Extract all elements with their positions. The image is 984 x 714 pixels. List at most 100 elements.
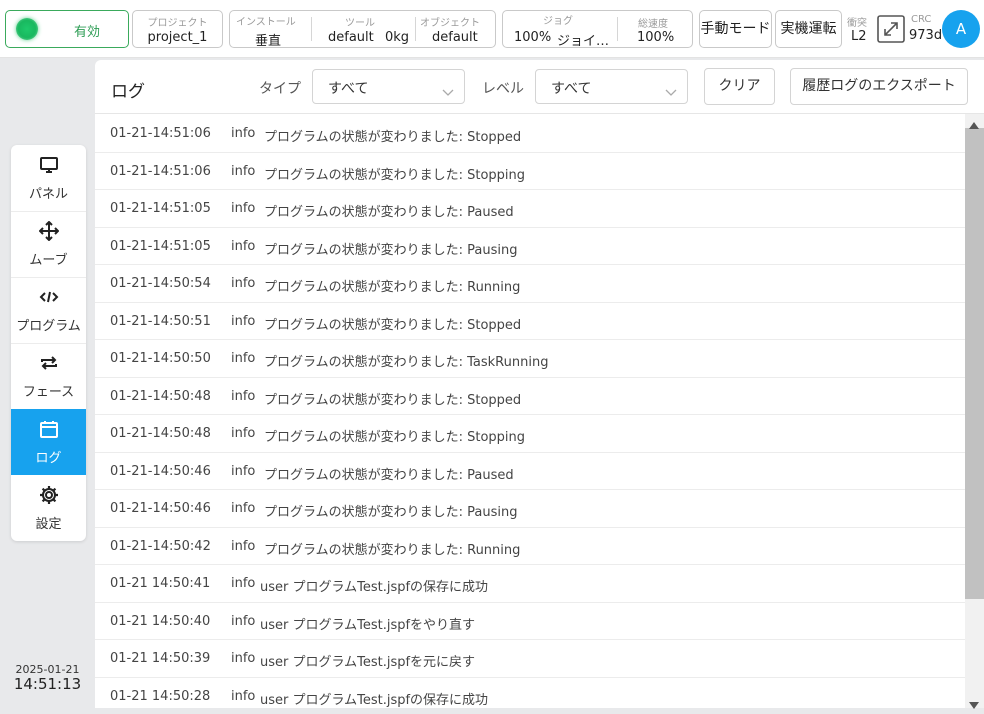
sidebar-nav: パネル ムーブ プログラム フェース ログ 設定 [11,145,86,541]
sidebar-item-log[interactable]: ログ [11,409,86,475]
fullscreen-icon[interactable] [877,15,905,47]
log-level: info [231,163,256,179]
log-time: 01-21-14:51:06 [110,163,211,179]
log-time: 01-21-14:51:05 [110,238,211,254]
log-level: info [231,613,256,629]
log-time: 01-21-14:50:42 [110,538,211,554]
sidebar-item-face[interactable]: フェース [11,343,86,409]
sidebar-item-program[interactable]: プログラム [11,277,86,343]
project-selector[interactable]: プロジェクト project_1 [132,10,223,48]
log-message: user プログラムTest.jspfの保存に成功 [260,580,489,595]
log-level: info [231,238,256,254]
log-time: 01-21-14:50:48 [110,388,211,404]
log-row: 01-21-14:51:05 info プログラムの状態が変わりました: Pausi… [95,228,965,265]
log-message: プログラムの状態が変わりました: Stopped [264,130,522,145]
log-time: 01-21-14:50:46 [110,501,211,516]
enable-label: 有効 [73,25,100,40]
log-message: プログラムの状態が変わりました: Running [264,280,521,295]
scroll-down-icon[interactable] [968,695,980,714]
object-label: オブジェクト [420,18,480,29]
log-level: info [231,576,256,591]
log-time: 01-21-14:51:05 [110,201,211,216]
log-message: プログラムの状態が変わりました: Pausing [264,242,518,258]
divider [617,17,618,41]
log-time: 01-21-14:50:51 [110,313,211,329]
log-panel-header: ログ タイプ すべて レベル すべて クリア 履歴ログのエクスポート [95,60,984,114]
jog-mode: ジョイ… [557,34,610,49]
log-row: 01-21-14:51:06 info プログラムの状態が変わりました: Stopp… [95,153,965,190]
log-message: プログラムの状態が変わりました: Pausing [264,505,518,520]
scrollbar-thumb[interactable] [965,128,984,599]
real-run-button[interactable]: 実機運転 [775,10,842,48]
log-message: プログラムの状態が変わりました: Stopped [264,317,522,333]
calendar-icon [39,421,58,438]
export-history-button[interactable]: 履歴ログのエクスポート [790,68,968,105]
level-filter-select[interactable]: すべて [535,69,688,104]
object-value: default [432,30,478,45]
log-level: info [231,313,256,329]
clear-button[interactable]: クリア [704,68,775,105]
log-row: 01-21-14:50:51 info プログラムの状態が変わりました: Stopp… [95,303,965,340]
sidebar-item-settings[interactable]: 設定 [11,475,86,541]
sidebar-item-panel[interactable]: パネル [11,145,86,211]
divider [311,17,312,41]
log-time: 01-21 14:50:28 [110,688,211,704]
log-level: info [231,688,256,704]
log-level: info [231,463,256,479]
sidebar-item-move[interactable]: ムーブ [11,211,86,277]
level-filter-label: レベル [482,81,524,97]
install-info-group[interactable]: インストール 垂直 ツール default 0kg オブジェクト default [229,10,496,49]
collision-label: 衝突 [847,18,867,29]
chevron-down-icon [665,82,677,101]
avatar[interactable]: A [942,10,980,48]
tool-weight: 0kg [385,30,410,45]
log-message: プログラムの状態が変わりました: Stopped [264,392,522,408]
enable-toggle[interactable]: 有効 [5,10,129,48]
divider [415,17,416,41]
log-message: プログラムの状態が変わりました: TaskRunning [264,355,549,370]
log-time: 01-21-14:50:54 [110,276,211,291]
scroll-up-icon[interactable] [968,115,980,134]
log-time: 01-21-14:50:46 [110,463,211,479]
log-row: 01-21 14:50:28 info user プログラムTest.jspfの保存… [95,678,965,709]
gear-icon [39,486,58,504]
manual-mode-button[interactable]: 手動モード [699,10,772,48]
crc-label: CRC [911,14,932,25]
sidebar-item-label: ムーブ [29,253,68,268]
log-row: 01-21-14:51:05 info プログラムの状態が変わりました: Pause… [95,190,965,228]
log-row: 01-21-14:51:06 info プログラムの状態が変わりました: Stopp… [95,115,965,153]
log-level: info [231,126,256,141]
chevron-down-icon [442,82,454,101]
type-filter-select[interactable]: すべて [312,69,465,104]
sidebar-item-label: 設定 [35,517,62,532]
move-icon [38,221,59,241]
log-level: info [231,351,256,366]
log-level: info [231,388,256,404]
log-level: info [231,276,256,291]
log-level: info [231,501,256,516]
log-row: 01-21-14:50:46 info プログラムの状態が変わりました: Pause… [95,453,965,490]
repeat-icon [40,356,57,370]
log-row: 01-21 14:50:39 info user プログラムTest.jspfを元に… [95,640,965,678]
sidebar-item-label: パネル [28,187,68,202]
install-value: 垂直 [255,34,282,49]
install-label: インストール [236,17,296,28]
log-message: user プログラムTest.jspfをやり直す [260,617,476,633]
crc-value: 973d [909,28,943,43]
sidebar-item-label: フェース [22,385,75,400]
log-row: 01-21-14:50:48 info プログラムの状態が変わりました: Stopp… [95,378,965,415]
log-level: info [231,651,256,666]
log-message: プログラムの状態が変わりました: Paused [264,205,514,220]
log-level: info [231,201,256,216]
log-message: プログラムの状態が変わりました: Stopping [264,167,526,183]
speed-label: 総速度 [638,19,668,30]
collision-value: L2 [851,29,867,44]
log-message: プログラムの状態が変わりました: Running [264,542,521,558]
jog-speed-group[interactable]: ジョグ 100% ジョイ… 総速度 100% [502,10,693,49]
log-time: 01-21-14:50:48 [110,426,211,441]
level-filter-value: すべて [551,81,592,97]
log-time: 01-21 14:50:39 [110,651,211,666]
log-time: 01-21-14:50:50 [110,351,211,366]
log-row: 01-21 14:50:41 info user プログラムTest.jspfの保存… [95,565,965,603]
sidebar-item-label: プログラム [16,319,81,334]
